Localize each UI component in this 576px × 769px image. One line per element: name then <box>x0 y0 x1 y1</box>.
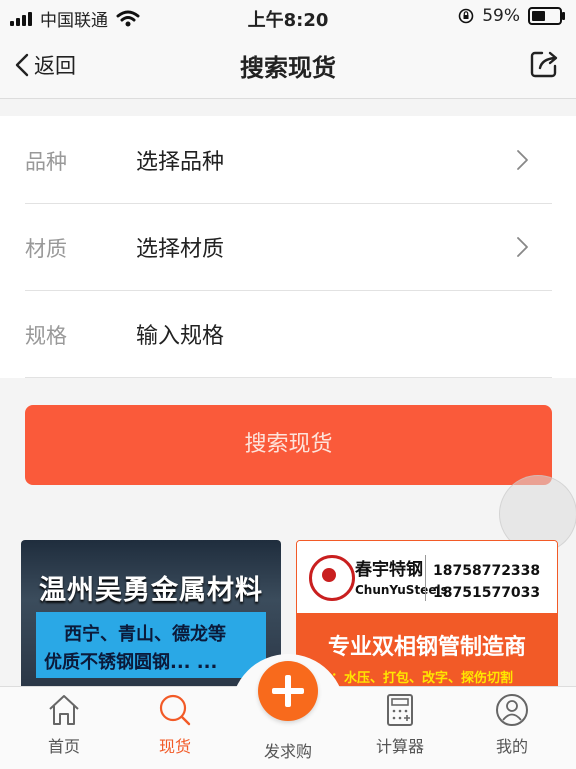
chevron-right-icon <box>517 237 528 257</box>
battery-icon <box>528 7 565 25</box>
banner-header: 春宇特钢 ChunYuSteels 18758772338 1875157703… <box>297 541 557 613</box>
spec-input[interactable]: 输入规格 <box>136 318 224 350</box>
home-icon <box>49 695 79 725</box>
post-request-button[interactable] <box>258 661 318 721</box>
share-button[interactable] <box>528 48 560 84</box>
tab-label: 现货 <box>158 737 191 756</box>
banner-line: 优质不锈钢圆钢... ... <box>44 652 218 673</box>
material-label: 材质 <box>25 237 67 261</box>
variety-select[interactable]: 选择品种 <box>136 144 224 176</box>
material-row[interactable]: 材质 选择材质 <box>25 203 552 291</box>
tab-stock[interactable]: 现货 <box>135 693 215 757</box>
tab-label[interactable]: 发求购 <box>243 738 333 762</box>
brand-logo-icon <box>309 555 355 601</box>
tab-home[interactable]: 首页 <box>24 693 104 757</box>
banner-line: 西宁、青山、德龙等 <box>64 624 226 645</box>
banner-slogan: 专业双相钢管制造商 <box>327 635 526 660</box>
search-form: 品种 选择品种 材质 选择材质 规格 输入规格 <box>0 116 576 378</box>
brand-name: 春宇特钢 <box>355 560 423 580</box>
search-icon <box>159 694 191 726</box>
banner-info-box: 西宁、青山、德龙等 优质不锈钢圆钢... ... <box>36 612 266 678</box>
status-right: 59% <box>458 6 565 26</box>
divider <box>425 555 426 601</box>
search-stock-button[interactable]: 搜索现货 <box>25 405 552 485</box>
tab-profile[interactable]: 我的 <box>472 693 552 757</box>
material-select[interactable]: 选择材质 <box>136 231 224 263</box>
banner-title: 温州吴勇金属材料 <box>39 575 263 606</box>
phone-number: 18751577033 <box>433 585 541 601</box>
phone-number: 18758772338 <box>433 563 541 579</box>
tab-label: 计算器 <box>375 737 424 756</box>
rotation-lock-icon <box>458 8 474 24</box>
chevron-right-icon <box>517 150 528 170</box>
variety-row[interactable]: 品种 选择品种 <box>25 116 552 204</box>
battery-percent: 59% <box>482 6 520 26</box>
ad-banner-left[interactable]: 温州吴勇金属材料 西宁、青山、德龙等 优质不锈钢圆钢... ... <box>21 540 281 690</box>
variety-label: 品种 <box>25 150 67 174</box>
nav-bar: 返回 搜索现货 <box>0 34 576 99</box>
spec-row[interactable]: 规格 输入规格 <box>25 290 552 378</box>
share-icon <box>530 51 558 78</box>
user-icon <box>496 694 528 726</box>
tab-label: 首页 <box>47 737 80 756</box>
ad-banner-right[interactable]: 春宇特钢 ChunYuSteels 18758772338 1875157703… <box>296 540 558 692</box>
calculator-icon <box>387 694 413 726</box>
tab-label: 我的 <box>495 737 528 756</box>
page-title: 搜索现货 <box>240 54 336 82</box>
tab-calculator[interactable]: 计算器 <box>360 693 440 757</box>
status-bar: 中国联通 上午8:20 59% <box>0 0 576 34</box>
spec-label: 规格 <box>25 324 67 348</box>
